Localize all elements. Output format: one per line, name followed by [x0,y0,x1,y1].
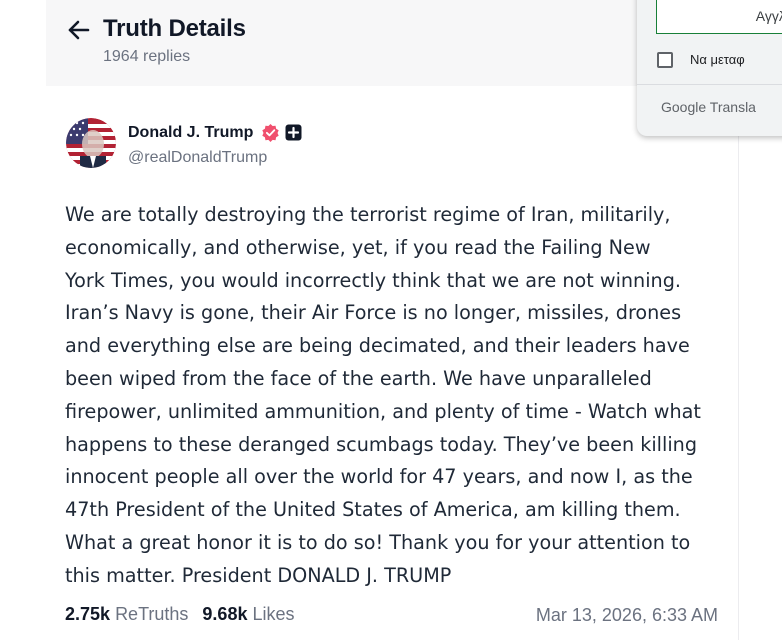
google-translate-popup: Αγγλι Να μεταφ Google Transla [637,0,782,136]
google-translate-brand: Google Transla [661,99,756,115]
post-body-line: innocent people all over the world for 4… [65,465,693,489]
post-body-line: York Times, you would incorrectly think … [65,268,681,292]
post-body-line: 47th President of the United States of A… [65,498,681,522]
translate-checkbox-label: Να μεταφ [690,52,745,67]
author-name[interactable]: Donald J. Trump [128,124,253,142]
post-body: We are totally destroying the terrorist … [65,199,733,593]
translate-divider [637,84,782,85]
replies-count: 1964 replies [103,48,191,65]
post-body-line: We are totally destroying the terrorist … [65,203,671,226]
plus-badge-icon [285,124,302,141]
post-stats: 2.75k ReTruths 9.68k Likes [65,604,295,625]
post-body-line: What a great honor it is to do so! Thank… [65,530,691,554]
likes-count: 9.68k [202,604,248,624]
google-brand-text: Google [661,99,707,115]
post-body-line: this matter. President DONALD J. TRUMP [65,563,452,587]
post-body-line: economically, and otherwise, yet, if you… [65,235,651,259]
retruths-count: 2.75k [65,604,111,624]
post-body-line: been wiped from the face of the earth. W… [65,366,652,390]
retruths-label: ReTruths [115,604,189,624]
translate-brand-suffix: Transla [709,99,756,115]
likes-label: Likes [252,604,295,624]
post-timestamp[interactable]: Mar 13, 2026, 6:33 AM [536,605,718,626]
post-body-line: Iran’s Navy is gone, their Air Force is … [65,301,682,325]
retruths-stat[interactable]: 2.75k ReTruths [65,604,188,624]
post-body-line: and everything else are being decimated,… [65,334,690,358]
avatar[interactable] [66,118,116,168]
post-body-line: happens to these deranged scumbags today… [65,432,697,456]
back-arrow-icon[interactable] [66,18,92,42]
page-title: Truth Details [103,15,246,42]
likes-stat[interactable]: 9.68k Likes [202,604,294,624]
post-body-line: firepower, unlimited ammunition, and ple… [65,399,701,423]
left-gutter [0,0,46,640]
verified-badge-icon [261,123,280,142]
author-handle[interactable]: @realDonaldTrump [128,149,267,167]
translate-language-select[interactable]: Αγγλι [656,0,782,34]
truth-details-page: Truth Details 1964 replies Donald J. Tru… [0,0,782,640]
translate-auto-checkbox[interactable] [657,52,673,68]
